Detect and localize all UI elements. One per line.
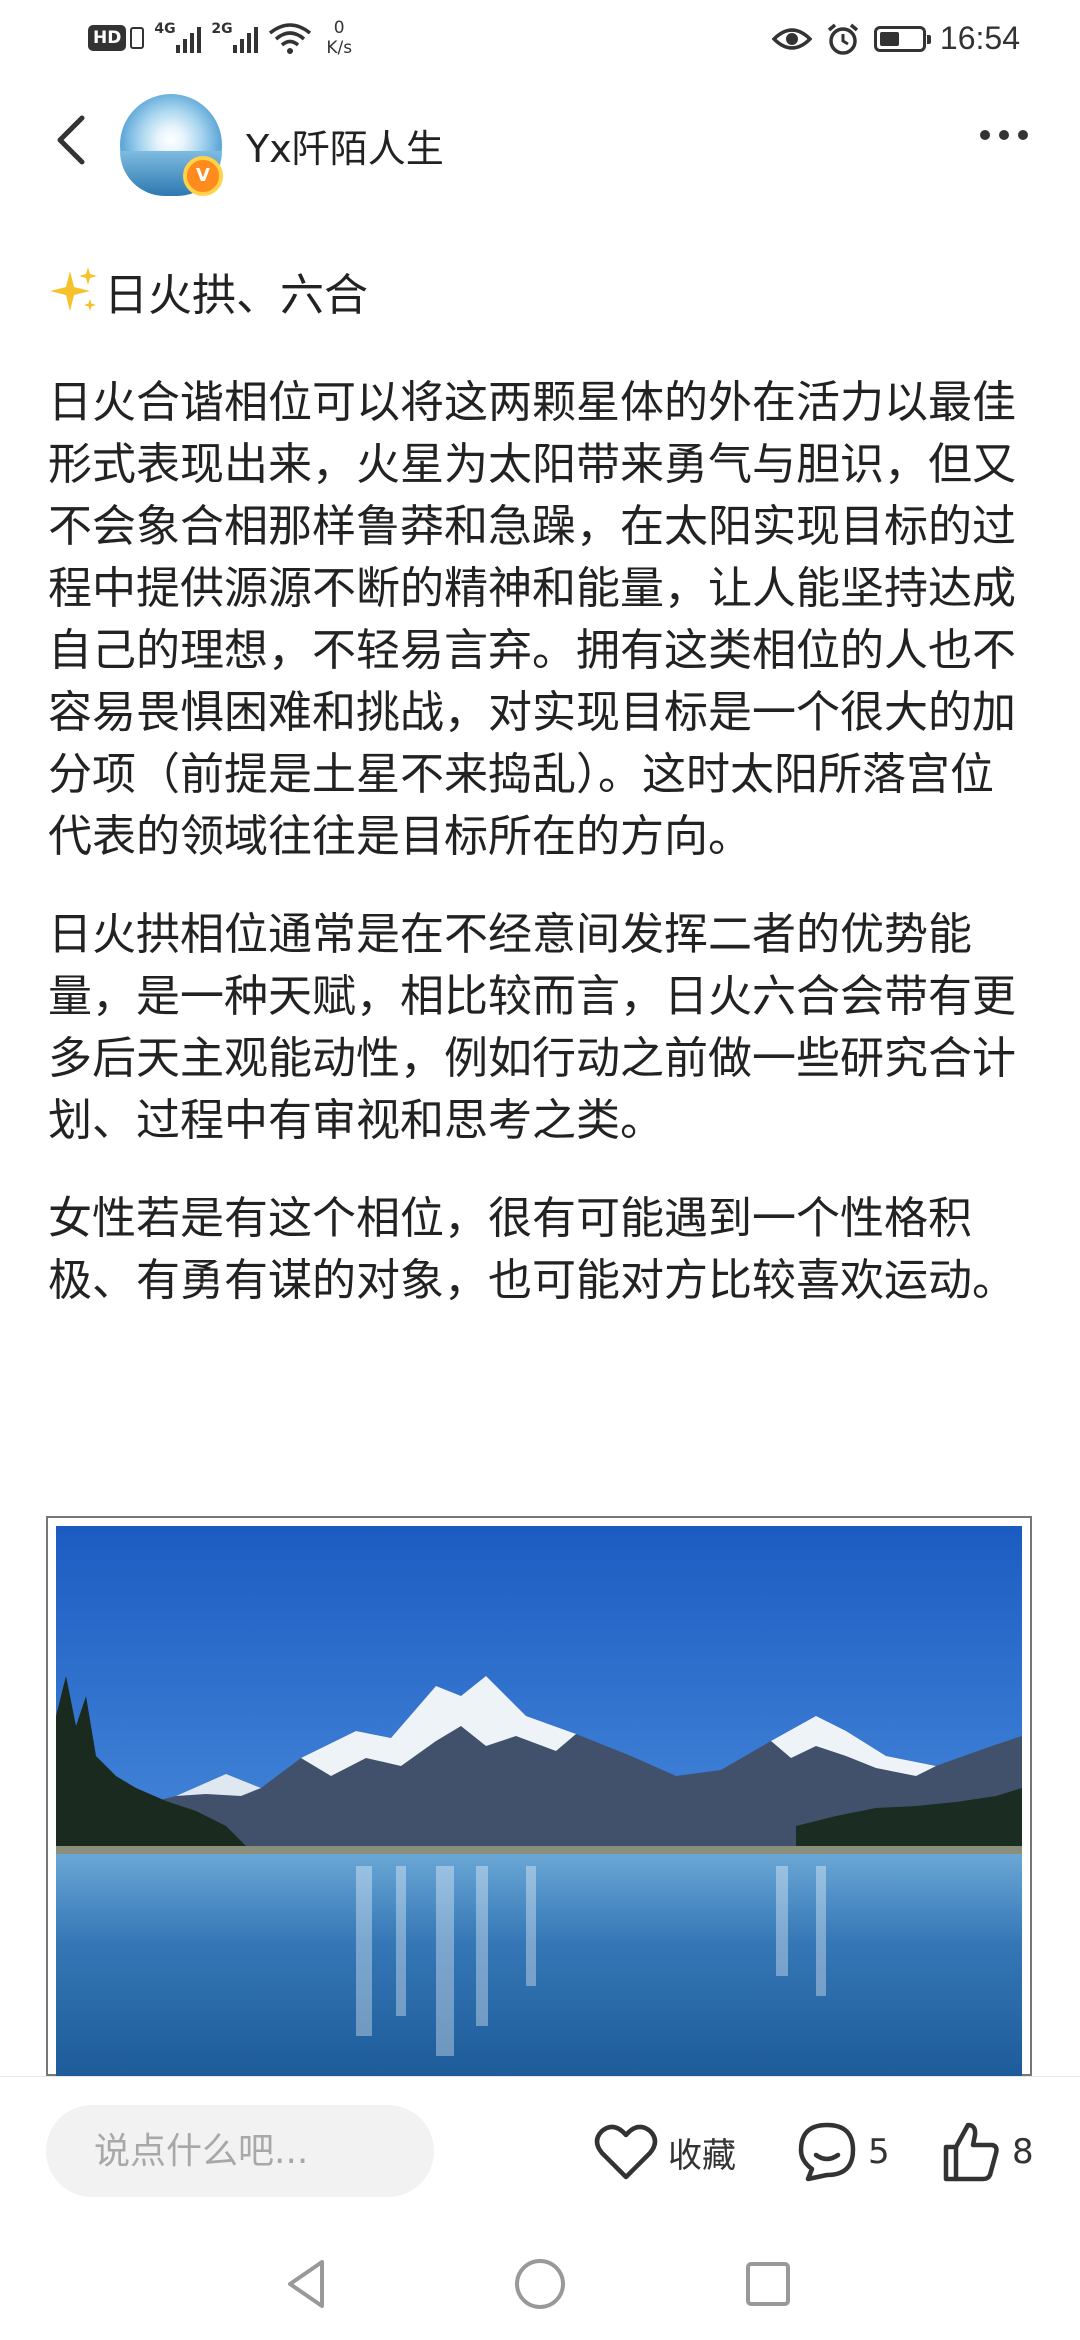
nav-home-icon[interactable]: [508, 2252, 572, 2316]
back-arrow-icon[interactable]: [44, 110, 104, 170]
signal-icon-2: 2G: [211, 21, 259, 53]
paragraph-2: 日火拱相位通常是在不经意间发挥二者的优势能量，是一种天赋，相比较而言，日火六合会…: [48, 909, 1016, 1146]
speed-unit: K/s: [326, 38, 353, 58]
wifi-icon: [269, 23, 312, 54]
clock: 16:54: [939, 20, 1020, 56]
post-title: 日火拱、六合: [48, 246, 1032, 336]
battery-icon: [873, 25, 931, 52]
mountain-lake-image: [56, 1526, 1022, 2076]
like-button[interactable]: 8: [940, 2117, 1034, 2187]
verified-badge: V: [183, 156, 223, 196]
eye-icon: [771, 27, 812, 50]
speed-value: 0: [333, 18, 345, 38]
post-header: V Yx阡陌人生: [0, 80, 1080, 210]
battery-fill: [879, 31, 900, 46]
network-speed: 0 K/s: [326, 18, 352, 58]
comment-bubble-icon: [798, 2122, 856, 2182]
sparkles-icon: [50, 267, 97, 311]
heart-icon: [594, 2124, 658, 2180]
signal-icon: 4G: [154, 21, 202, 53]
like-count: 8: [1012, 2132, 1034, 2172]
network-type-1: 4G: [154, 21, 176, 37]
comment-count: 5: [868, 2132, 890, 2172]
nav-back-icon[interactable]: [276, 2252, 340, 2316]
favorite-button[interactable]: 收藏: [594, 2117, 736, 2187]
username[interactable]: Yx阡陌人生: [246, 118, 444, 173]
post-image[interactable]: [46, 1516, 1032, 2076]
favorite-label: 收藏: [668, 2135, 736, 2176]
post-content: 日火拱、六合 日火合谐相位可以将这两颗星体的外在活力以最佳形式表现出来，火星为太…: [48, 240, 1032, 1312]
more-icon[interactable]: [980, 130, 1028, 140]
bottom-action-bar: 收藏 5 8: [0, 2076, 1080, 2228]
thumbs-up-icon: [943, 2122, 999, 2182]
nav-recents-icon[interactable]: [736, 2252, 800, 2316]
post-title-text: 日火拱、六合: [104, 270, 368, 321]
status-right: 16:54: [771, 20, 1020, 57]
alarm-icon: [827, 23, 859, 55]
paragraph-1: 日火合谐相位可以将这两颗星体的外在活力以最佳形式表现出来，火星为太阳带来勇气与胆…: [48, 377, 1016, 862]
comment-input[interactable]: [46, 2105, 434, 2197]
sim-icon: [130, 27, 145, 49]
system-nav-bar: [0, 2228, 1080, 2340]
comment-button[interactable]: 5: [796, 2117, 890, 2187]
hd-icon: HD: [88, 25, 145, 51]
hd-label: HD: [88, 25, 127, 51]
status-bar: HD 4G 2G 0 K/s 16:54: [0, 0, 1080, 80]
paragraph-3: 女性若是有这个相位，很有可能遇到一个性格积极、有勇有谋的对象，也可能对方比较喜欢…: [48, 1193, 1016, 1306]
status-left: HD 4G 2G 0 K/s: [88, 18, 352, 58]
network-type-2: 2G: [211, 21, 233, 37]
